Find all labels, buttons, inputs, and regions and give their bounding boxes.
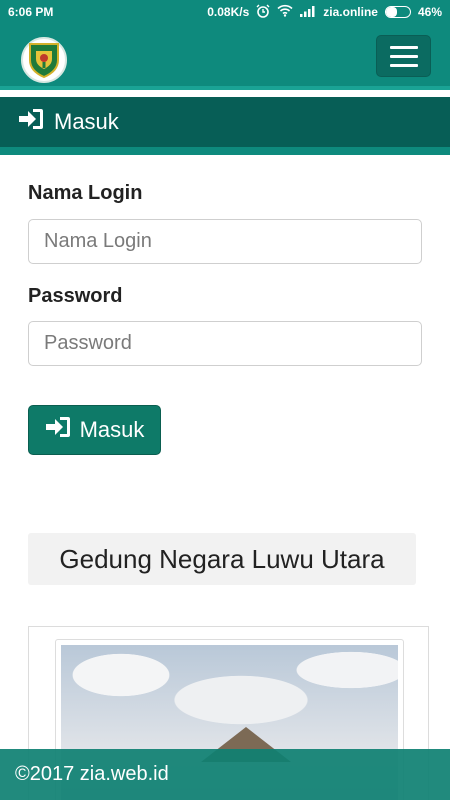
hamburger-line — [389, 45, 418, 49]
hamburger-menu-button[interactable] — [376, 35, 431, 77]
password-input[interactable] — [28, 321, 422, 366]
battery-icon — [384, 6, 411, 18]
footer-copyright: ©2017 zia.web.id — [15, 763, 169, 785]
login-panel-heading: Masuk — [0, 97, 450, 155]
sign-in-icon — [18, 108, 44, 136]
login-button-label: Masuk — [79, 417, 145, 442]
regency-emblem-icon[interactable] — [21, 37, 67, 83]
sign-in-icon — [45, 416, 71, 444]
footer: ©2017 zia.web.id — [0, 749, 450, 800]
battery-percent: 46% — [417, 5, 442, 19]
signal-icon — [300, 5, 316, 20]
top-navbar — [0, 24, 450, 90]
gallery-title: Gedung Negara Luwu Utara — [28, 533, 416, 585]
status-time: 6:06 PM — [8, 5, 54, 19]
username-label: Nama Login — [28, 182, 143, 204]
hamburger-line — [389, 63, 418, 67]
status-right: 0.08K/s zia.online 46% — [207, 4, 442, 21]
login-button[interactable]: Masuk — [28, 405, 161, 455]
alarm-icon — [256, 4, 270, 21]
password-label: Password — [28, 285, 123, 307]
carrier-name: zia.online — [323, 5, 378, 19]
network-speed: 0.08K/s — [207, 5, 250, 19]
hamburger-line — [389, 54, 418, 58]
wifi-icon — [277, 4, 293, 20]
panel-title: Masuk — [54, 109, 119, 134]
status-bar: 6:06 PM 0.08K/s zia.online 46% — [0, 0, 450, 24]
username-input[interactable] — [28, 219, 422, 264]
